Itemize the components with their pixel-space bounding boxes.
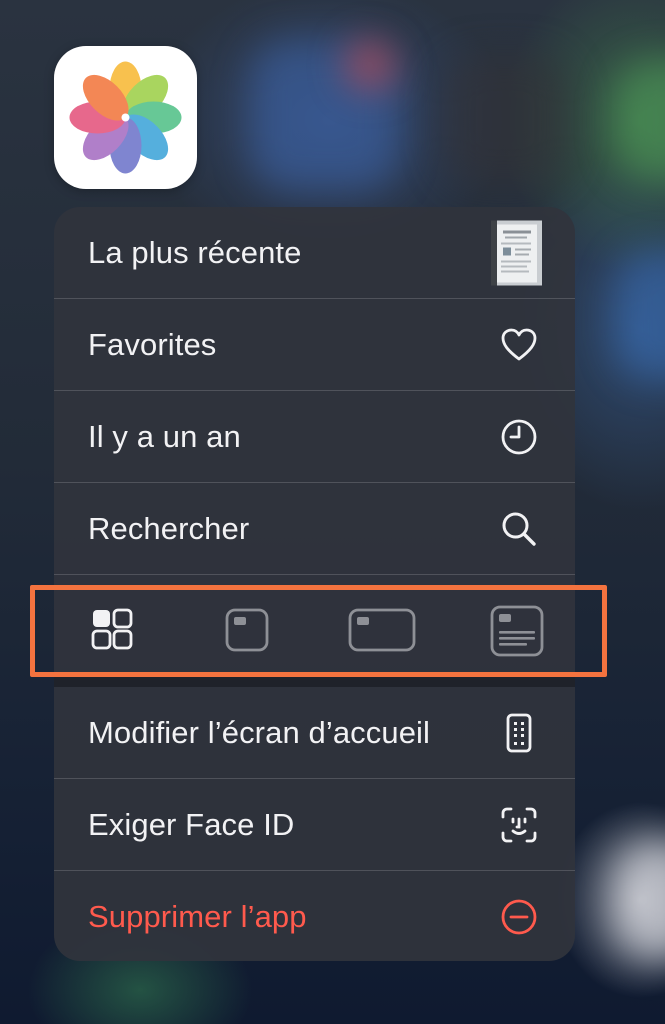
blurred-app-icon — [440, 55, 570, 185]
menu-item-label: La plus récente — [88, 235, 302, 270]
menu-item-favorites[interactable]: Favorites — [54, 299, 575, 391]
menu-item-label: Supprimer l’app — [88, 899, 307, 934]
menu-item-delete-app[interactable]: Supprimer l’app — [54, 871, 575, 961]
menu-item-require-face-id[interactable]: Exiger Face ID — [54, 779, 575, 871]
search-icon — [499, 509, 539, 549]
menu-item-most-recent[interactable]: La plus récente — [54, 207, 575, 299]
quick-actions-menu: La plus récente Favorites Il y a un an R… — [54, 207, 575, 961]
minus-circle-icon — [499, 897, 539, 937]
photos-flower-icon — [69, 61, 182, 174]
recent-photo-thumbnail — [491, 220, 542, 286]
blurred-app-icon — [615, 60, 665, 180]
menu-item-label: Exiger Face ID — [88, 807, 295, 842]
photos-app-icon[interactable] — [54, 46, 197, 189]
menu-item-search[interactable]: Rechercher — [54, 483, 575, 575]
blurred-app-icon — [615, 840, 665, 960]
annotation-highlight-box — [30, 585, 607, 677]
menu-item-label: Il y a un an — [88, 419, 241, 454]
blurred-badge — [345, 40, 395, 90]
menu-item-one-year-ago[interactable]: Il y a un an — [54, 391, 575, 483]
menu-item-label: Favorites — [88, 327, 217, 362]
clock-icon — [499, 417, 539, 457]
menu-item-label: Modifier l’écran d’accueil — [88, 715, 431, 750]
menu-item-label: Rechercher — [88, 511, 250, 546]
face-id-icon — [499, 805, 539, 845]
heart-icon — [499, 325, 539, 365]
blurred-app-icon — [615, 250, 665, 380]
menu-item-edit-home-screen[interactable]: Modifier l’écran d’accueil — [54, 687, 575, 779]
phone-apps-icon — [499, 713, 539, 753]
